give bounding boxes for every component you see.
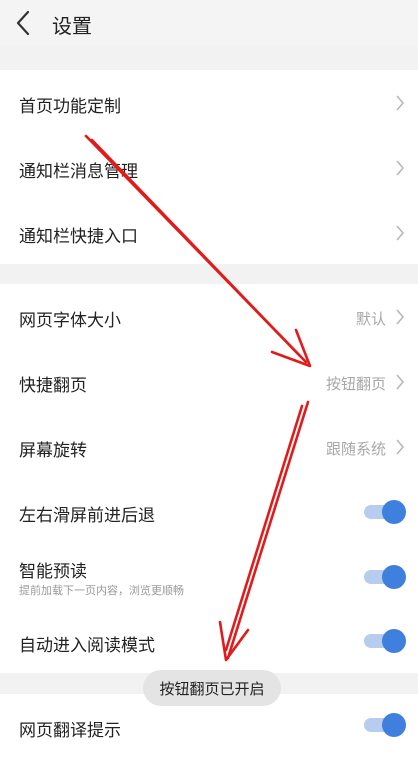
setting-label: 通知栏快捷入口 — [19, 227, 138, 247]
setting-quick-page-turn[interactable]: 快捷翻页 按钮翻页 — [0, 349, 418, 414]
setting-smart-preload: 智能预读 提前加载下一页内容，浏览更顺畅 — [0, 544, 418, 609]
setting-screen-rotation[interactable]: 屏幕旋转 跟随系统 — [0, 414, 418, 479]
setting-notification-shortcut[interactable]: 通知栏快捷入口 — [0, 200, 418, 264]
setting-value: 跟随系统 — [325, 440, 386, 458]
setting-label: 通知栏消息管理 — [19, 162, 138, 182]
setting-value: 按钮翻页 — [325, 375, 386, 393]
setting-notification-messages[interactable]: 通知栏消息管理 — [0, 135, 418, 200]
chevron-right-icon — [396, 95, 405, 111]
chevron-right-icon — [396, 225, 405, 241]
chevron-right-icon — [396, 439, 405, 455]
back-arrow-icon[interactable] — [14, 10, 34, 36]
page-title: 设置 — [52, 14, 92, 38]
translate-prompt-toggle[interactable] — [364, 712, 406, 738]
setting-label: 左右滑屏前进后退 — [19, 506, 155, 526]
chevron-right-icon — [396, 374, 405, 390]
setting-label: 快捷翻页 — [19, 376, 87, 396]
swipe-navigation-toggle[interactable] — [364, 499, 406, 525]
setting-auto-reader-mode: 自动进入阅读模式 — [0, 609, 418, 673]
setting-value: 默认 — [355, 310, 386, 328]
auto-reader-mode-toggle[interactable] — [364, 628, 406, 654]
setting-label: 网页翻译提示 — [19, 721, 121, 741]
top-bar: 设置 — [0, 0, 418, 46]
setting-label: 首页功能定制 — [19, 97, 121, 117]
setting-swipe-navigation: 左右滑屏前进后退 — [0, 479, 418, 544]
setting-label: 屏幕旋转 — [19, 441, 87, 461]
settings-group-general: 首页功能定制 通知栏消息管理 通知栏快捷入口 — [0, 70, 418, 264]
chevron-right-icon — [396, 160, 405, 176]
toast-message: 按钮翻页已开启 — [143, 670, 281, 706]
setting-font-size[interactable]: 网页字体大小 默认 — [0, 284, 418, 349]
setting-label: 自动进入阅读模式 — [19, 636, 155, 656]
setting-description: 提前加载下一页内容，浏览更顺畅 — [19, 584, 184, 597]
setting-homepage-custom[interactable]: 首页功能定制 — [0, 70, 418, 135]
chevron-right-icon — [396, 309, 405, 325]
settings-group-browsing: 网页字体大小 默认 快捷翻页 按钮翻页 屏幕旋转 跟随系统 左右滑屏前进后退 智… — [0, 284, 418, 673]
setting-label: 网页字体大小 — [19, 311, 121, 331]
setting-label: 智能预读 — [19, 562, 87, 582]
smart-preload-toggle[interactable] — [364, 564, 406, 590]
